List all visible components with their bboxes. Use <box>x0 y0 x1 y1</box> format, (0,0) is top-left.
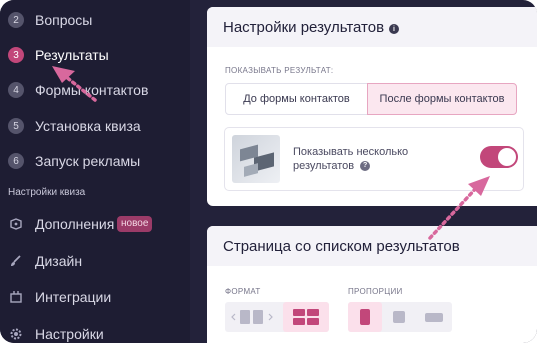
multiple-results-text: Показывать несколько результатов <box>293 146 409 172</box>
sidebar-item-label: Запуск рекламы <box>35 153 141 169</box>
section-title: Настройки квиза <box>8 187 86 198</box>
sidebar-item-settings[interactable]: Настройки <box>0 316 190 343</box>
multiple-results-toggle[interactable] <box>480 146 518 168</box>
section-heading: Страница со списком результатов <box>223 238 460 255</box>
sidebar-item-label: Формы контактов <box>35 82 149 98</box>
brush-icon <box>9 254 23 268</box>
preview-image <box>232 135 280 183</box>
option-after-contact-form[interactable]: После формы контактов <box>367 83 517 115</box>
sidebar-item-label: Установка квиза <box>35 118 141 134</box>
format-selector <box>225 302 329 332</box>
puzzle-icon <box>9 217 23 231</box>
landscape-icon <box>425 313 443 322</box>
grid-icon <box>293 309 319 325</box>
format-option-grid[interactable] <box>283 302 329 332</box>
proportion-option-landscape[interactable] <box>416 302 452 332</box>
toggle-knob <box>498 148 516 166</box>
step-number: 6 <box>8 153 24 169</box>
step-number: 4 <box>8 82 24 98</box>
sidebar-item-contact-forms[interactable]: 4 Формы контактов <box>0 72 190 108</box>
gear-icon <box>9 327 23 341</box>
square-icon <box>393 311 405 323</box>
step-number: 2 <box>8 12 24 28</box>
new-badge: новое <box>117 216 153 232</box>
option-before-contact-form[interactable]: До формы контактов <box>225 83 368 115</box>
proportions-selector <box>348 302 452 332</box>
sidebar-item-label: Дополнения <box>35 216 115 232</box>
sidebar-item-label: Интеграции <box>35 289 112 305</box>
sidebar-item-ad-launch[interactable]: 6 Запуск рекламы <box>0 143 190 179</box>
step-number: 3 <box>8 47 24 63</box>
sidebar-item-quiz-install[interactable]: 5 Установка квиза <box>0 108 190 144</box>
integrations-icon <box>9 290 23 304</box>
info-icon[interactable]: i <box>389 24 399 34</box>
results-list-card: Страница со списком результатов ФОРМАТ П… <box>207 226 537 343</box>
multiple-results-label: Показывать несколько результатов? <box>293 145 433 173</box>
sidebar-item-questions[interactable]: 2 Вопросы <box>0 2 190 38</box>
sidebar-item-integrations[interactable]: Интеграции <box>0 279 190 315</box>
proportion-option-portrait[interactable] <box>348 302 382 332</box>
sidebar-item-label: Настройки <box>35 326 104 342</box>
sidebar-item-label: Вопросы <box>35 12 93 28</box>
format-option-carousel[interactable] <box>225 302 279 332</box>
proportion-option-square[interactable] <box>382 302 416 332</box>
sidebar-item-addons[interactable]: Дополнения <box>0 206 190 242</box>
proportions-label: ПРОПОРЦИИ <box>348 287 403 296</box>
sidebar: 2 Вопросы 3 Результаты 4 Формы контактов… <box>0 0 190 343</box>
help-icon[interactable]: ? <box>360 161 371 172</box>
card-header: Страница со списком результатов <box>207 226 537 266</box>
sidebar-item-label: Дизайн <box>35 253 83 269</box>
carousel-icon <box>231 310 273 324</box>
sidebar-item-label: Результаты <box>35 47 109 63</box>
step-number: 5 <box>8 118 24 134</box>
portrait-icon <box>360 309 370 325</box>
sidebar-item-design[interactable]: Дизайн <box>0 243 190 279</box>
show-result-label: ПОКАЗЫВАТЬ РЕЗУЛЬТАТ: <box>225 66 334 75</box>
page-title: Настройки результатов <box>223 19 385 36</box>
results-settings-card: Настройки результатов i ПОКАЗЫВАТЬ РЕЗУЛ… <box>207 7 537 206</box>
format-label: ФОРМАТ <box>225 287 261 296</box>
card-header: Настройки результатов i <box>207 7 537 47</box>
multiple-results-option: Показывать несколько результатов? <box>224 127 524 191</box>
sidebar-item-results[interactable]: 3 Результаты <box>0 37 190 73</box>
app-window: 2 Вопросы 3 Результаты 4 Формы контактов… <box>0 0 537 343</box>
